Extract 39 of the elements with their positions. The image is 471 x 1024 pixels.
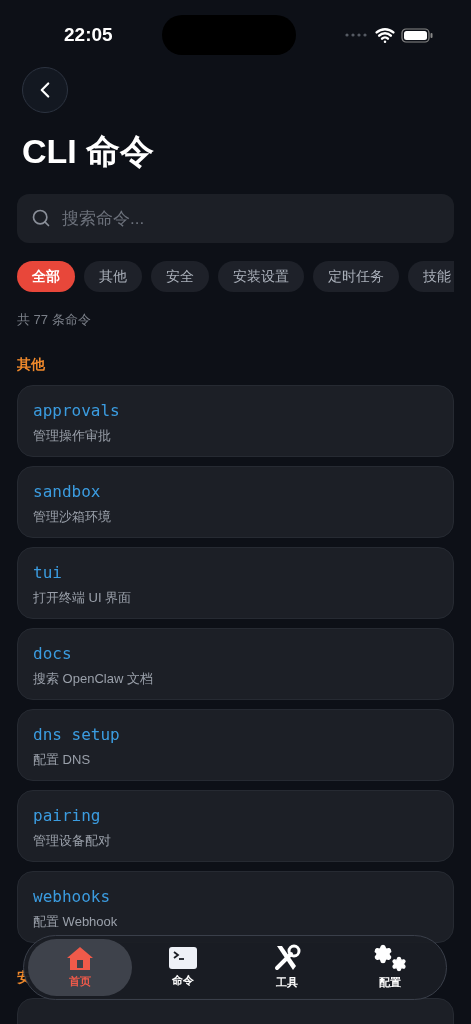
command-description: 管理操作审批 — [33, 426, 112, 445]
command-count: 共 77 条命令 — [17, 311, 92, 329]
section-heading: 其他 — [17, 354, 45, 374]
command-description: 管理设备配对 — [33, 831, 112, 850]
command-description: 打开终端 UI 界面 — [33, 588, 133, 607]
command-card[interactable]: sandbox 管理沙箱环境 — [17, 465, 454, 538]
command-name: dns setup — [33, 724, 121, 745]
search-icon — [31, 208, 51, 228]
filter-chip[interactable]: 安装设置 — [218, 261, 304, 292]
command-name: tui — [33, 562, 63, 583]
command-card[interactable]: pairing 管理设备配对 — [17, 789, 454, 862]
command-description: 配置 DNS — [33, 750, 92, 769]
command-name: sandbox — [33, 481, 102, 502]
command-card[interactable]: tui 打开终端 UI 界面 — [17, 546, 454, 619]
filter-chip[interactable]: 安全 — [151, 261, 209, 292]
filter-chip[interactable]: 技能 — [408, 261, 454, 292]
filter-chip[interactable]: 其他 — [84, 261, 142, 292]
gears-icon — [373, 944, 408, 973]
filter-chip[interactable]: 定时任务 — [313, 261, 399, 292]
terminal-icon — [168, 946, 199, 971]
signal-icon — [345, 33, 369, 37]
command-card[interactable]: dns setup 配置 DNS — [17, 708, 454, 781]
battery-icon — [401, 27, 433, 43]
command-name: docs — [33, 643, 73, 664]
command-card[interactable]: docs 搜索 OpenClaw 文档 — [17, 627, 454, 700]
back-button[interactable] — [22, 67, 68, 113]
command-card[interactable]: webhooks 配置 Webhook — [17, 870, 454, 943]
page-title: CLI 命令 — [22, 131, 156, 171]
command-card[interactable]: approvals 管理操作审批 — [17, 384, 454, 457]
command-description: 配置 Webhook — [33, 912, 119, 931]
command-name: approvals — [33, 400, 121, 421]
command-description: 搜索 OpenClaw 文档 — [33, 669, 154, 688]
filter-chip[interactable]: 全部 — [17, 261, 75, 292]
command-description: 管理沙箱环境 — [33, 507, 112, 526]
command-name: webhooks — [33, 886, 112, 907]
command-name: pairing — [33, 805, 102, 826]
status-time: 22:05 — [64, 22, 113, 47]
search-field[interactable]: 搜索命令... — [17, 194, 454, 243]
wifi-icon — [375, 25, 395, 45]
